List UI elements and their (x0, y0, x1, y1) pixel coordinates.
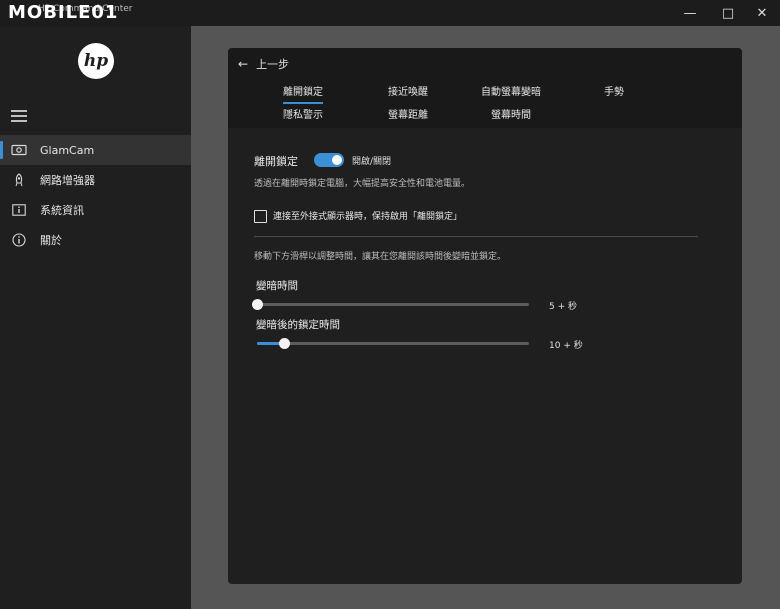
webcam-icon (10, 143, 28, 157)
tab-auto-dim[interactable]: 自動螢幕變暗 (481, 83, 541, 98)
lock-time-slider-thumb[interactable] (279, 338, 291, 349)
dim-time-value: 5 + 秒 (549, 302, 577, 312)
back-arrow-icon: ← (238, 57, 249, 71)
info-circle-icon (10, 233, 28, 247)
tab-leave-lock[interactable]: 離開鎖定 (283, 83, 323, 104)
hp-logo-text: hp (83, 51, 109, 71)
sidebar: hp GlamCam 網路增強器 系統資訊 關於 (0, 26, 191, 609)
tab-screen-time[interactable]: 螢幕時間 (491, 106, 531, 121)
lock-time-value: 10 + 秒 (549, 341, 583, 351)
slider-instruction: 移動下方滑桿以調整時間，讓其在您離開該時間後變暗並鎖定。 (254, 252, 507, 262)
rocket-icon (10, 173, 28, 187)
title-bar: HP Command Center MOBILE01 — □ ✕ (0, 0, 780, 26)
dim-time-slider[interactable] (252, 299, 529, 310)
minimize-icon[interactable]: — (670, 0, 710, 26)
sidebar-item-network-booster[interactable]: 網路增強器 (0, 165, 191, 195)
sidebar-item-glamcam[interactable]: GlamCam (0, 135, 191, 165)
sidebar-item-label: 系統資訊 (40, 204, 84, 217)
tab-approach-wake[interactable]: 接近喚醒 (388, 83, 428, 98)
close-icon[interactable]: ✕ (742, 0, 780, 26)
leave-lock-title: 離開鎖定 (254, 155, 298, 168)
section-divider (254, 236, 698, 237)
settings-panel: ← 上一步 離開鎖定 接近喚醒 自動螢幕變暗 手勢 隱私警示 螢幕距離 螢幕時間… (228, 48, 742, 584)
sidebar-item-label: 關於 (40, 234, 62, 247)
sidebar-item-label: 網路增強器 (40, 174, 95, 187)
watermark-logo: MOBILE01 (8, 2, 119, 23)
lock-time-slider[interactable] (257, 338, 529, 349)
leave-lock-description: 透過在離開時鎖定電腦，大幅提高安全性和電池電量。 (254, 179, 471, 189)
sidebar-item-system-info[interactable]: 系統資訊 (0, 195, 191, 225)
info-box-icon (10, 203, 28, 217)
tab-privacy-alert[interactable]: 隱私警示 (283, 106, 323, 121)
external-display-label: 連接至外接式顯示器時，保持啟用「離開鎖定」 (273, 212, 463, 222)
hp-logo: hp (78, 43, 114, 79)
dim-time-label: 變暗時間 (256, 280, 298, 292)
panel-header: ← 上一步 離開鎖定 接近喚醒 自動螢幕變暗 手勢 隱私警示 螢幕距離 螢幕時間 (228, 48, 742, 128)
back-label: 上一步 (256, 58, 290, 71)
toggle-state-label: 開啟/關閉 (352, 157, 392, 167)
tab-screen-distance[interactable]: 螢幕距離 (388, 106, 428, 121)
dim-time-slider-thumb[interactable] (252, 299, 263, 310)
lock-time-label: 變暗後的鎖定時間 (256, 319, 340, 331)
tab-gestures[interactable]: 手勢 (604, 83, 624, 98)
hamburger-menu-icon[interactable] (11, 110, 27, 122)
sidebar-item-about[interactable]: 關於 (0, 225, 191, 255)
external-display-checkbox[interactable] (254, 210, 267, 223)
sidebar-item-label: GlamCam (40, 143, 95, 157)
back-button[interactable]: ← 上一步 (238, 56, 289, 72)
leave-lock-toggle[interactable] (314, 153, 344, 167)
